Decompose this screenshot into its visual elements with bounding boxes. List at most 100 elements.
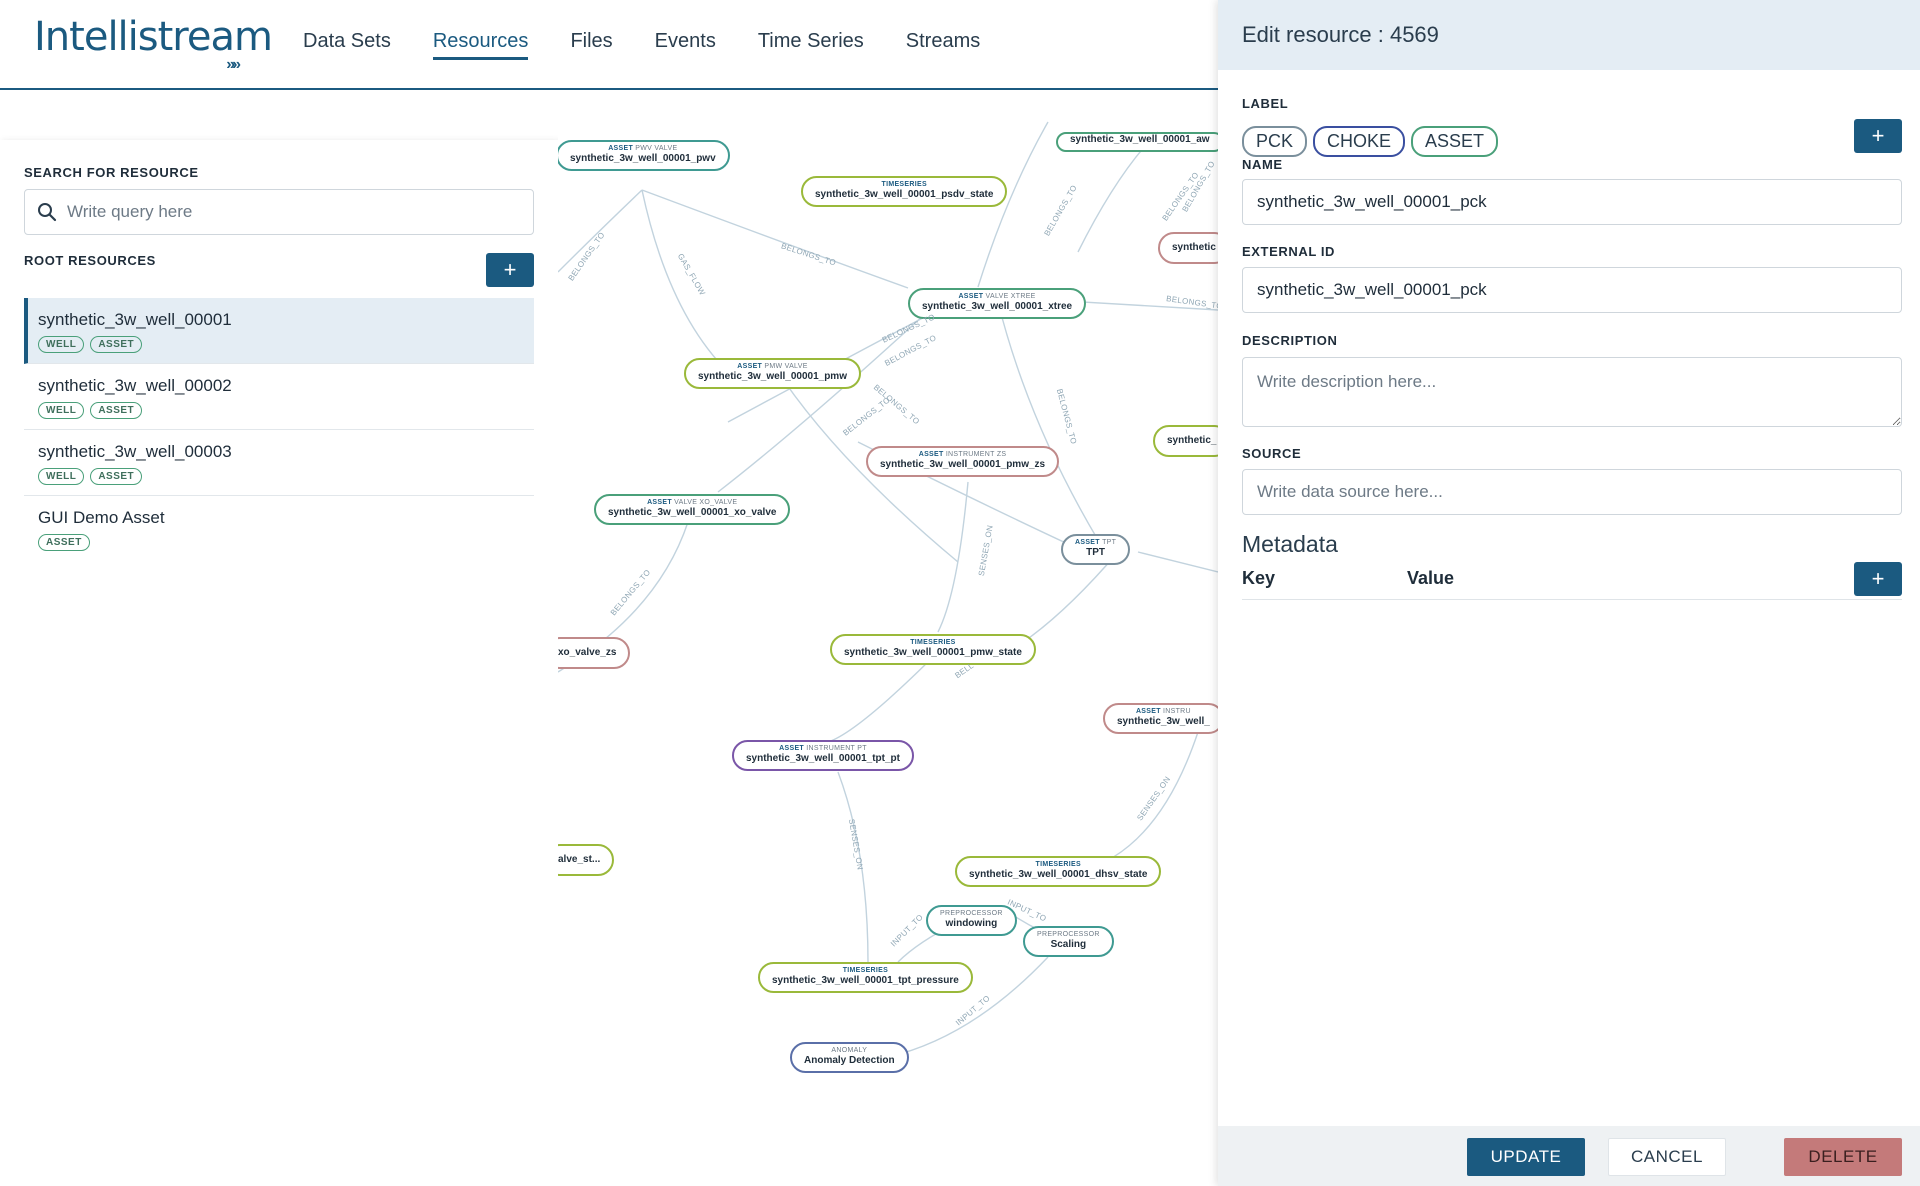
graph-node-label: synthetic_3w_well_00001_aw	[1070, 134, 1210, 145]
nav-events[interactable]: Events	[655, 30, 716, 60]
graph-node-label: synthetic_3w_well_00001_dhsv_state	[969, 869, 1148, 880]
label-chips: PCK CHOKE ASSET	[1242, 126, 1499, 157]
resource-tag: WELL	[38, 336, 85, 353]
graph-node-pmw[interactable]: ASSET PMW VALVE synthetic_3w_well_00001_…	[684, 358, 861, 389]
nav-data-sets[interactable]: Data Sets	[303, 30, 391, 60]
edit-panel-footer: UPDATE CANCEL DELETE	[1218, 1126, 1920, 1186]
add-label-button[interactable]: +	[1854, 119, 1902, 153]
graph-node-anomaly-detection[interactable]: ANOMALY Anomaly Detection	[790, 1042, 909, 1073]
resource-sidebar: SEARCH FOR RESOURCE ROOT RESOURCES + syn…	[0, 140, 558, 1186]
graph-node-xo-valve-zs[interactable]: xo_valve_zs	[558, 637, 631, 669]
source-input[interactable]	[1242, 469, 1902, 515]
graph-node-label: synthetic_3w_well_00001_pmw_state	[844, 647, 1022, 658]
description-textarea[interactable]	[1242, 357, 1902, 427]
graph-node-label: synthetic_3w_well_00001_tpt_pressure	[772, 975, 959, 986]
metadata-value-header: Value	[1407, 568, 1455, 588]
search-input[interactable]	[67, 202, 507, 222]
resource-tag: WELL	[38, 468, 85, 485]
graph-node-valve-state[interactable]: alve_st...	[558, 844, 615, 876]
graph-node-tpt-pressure[interactable]: TIMESERIES synthetic_3w_well_00001_tpt_p…	[758, 962, 973, 993]
resource-item-well-00001[interactable]: synthetic_3w_well_00001 WELL ASSET	[24, 298, 534, 364]
resource-name: GUI Demo Asset	[38, 508, 165, 527]
graph-node-aw[interactable]: synthetic_3w_well_00001_aw	[1056, 132, 1218, 152]
resource-graph-canvas[interactable]: ASSET PWV VALVE synthetic_3w_well_00001_…	[558, 92, 1218, 1186]
metadata-header: Key Value	[1242, 568, 1902, 600]
graph-node-label: synthetic_3w_well_00001_psdv_state	[815, 189, 994, 200]
graph-node-tpt[interactable]: ASSET TPT TPT	[1061, 534, 1131, 565]
logo-chevrons: »»	[226, 56, 241, 73]
description-title: DESCRIPTION	[1242, 333, 1338, 348]
top-header: Intellistream »» Data Sets Resources Fil…	[0, 0, 1218, 90]
graph-node-label: synthetic_3w_well_00001_pwv	[570, 153, 716, 164]
resource-name: synthetic_3w_well_00002	[38, 376, 232, 395]
graph-node-label: synthetic_3w_well_00001_tpt_pt	[746, 753, 900, 764]
edit-resource-panel: Edit resource : 4569 LABEL PCK CHOKE ASS…	[1218, 0, 1920, 1186]
nav-files[interactable]: Files	[570, 30, 612, 60]
label-field-title: LABEL	[1242, 96, 1289, 111]
search-icon	[38, 203, 57, 222]
graph-node-psdv-state[interactable]: TIMESERIES synthetic_3w_well_00001_psdv_…	[801, 176, 1008, 207]
main-nav: Data Sets Resources Files Events Time Se…	[303, 30, 1022, 60]
graph-node-xtree[interactable]: ASSET VALVE XTREE synthetic_3w_well_0000…	[908, 288, 1087, 319]
graph-node-xo-valve[interactable]: ASSET VALVE XO_VALVE synthetic_3w_well_0…	[594, 494, 791, 525]
graph-node-synthetic-right-2[interactable]: synthetic_	[1153, 425, 1218, 457]
name-input[interactable]	[1242, 179, 1902, 225]
search-label: SEARCH FOR RESOURCE	[24, 165, 199, 180]
delete-button[interactable]: DELETE	[1784, 1138, 1902, 1176]
nav-resources[interactable]: Resources	[432, 30, 529, 60]
nav-time-series[interactable]: Time Series	[758, 30, 864, 60]
add-root-resource-button[interactable]: +	[486, 253, 534, 287]
graph-node-label: synthetic_	[1167, 435, 1217, 446]
graph-node-pmw-zs[interactable]: ASSET INSTRUMENT ZS synthetic_3w_well_00…	[866, 446, 1060, 477]
resource-tag: ASSET	[38, 534, 90, 551]
metadata-title: Metadata	[1242, 531, 1338, 557]
graph-node-label: alve_st...	[558, 854, 601, 865]
resource-item-gui-demo-asset[interactable]: GUI Demo Asset ASSET	[24, 496, 534, 562]
graph-node-pmw-state[interactable]: TIMESERIES synthetic_3w_well_00001_pmw_s…	[830, 634, 1036, 665]
external-id-input[interactable]	[1242, 267, 1902, 313]
label-chip-choke[interactable]: CHOKE	[1313, 126, 1406, 157]
resource-tag: ASSET	[90, 402, 143, 419]
resource-item-well-00002[interactable]: synthetic_3w_well_00002 WELL ASSET	[24, 364, 534, 430]
graph-node-tpt-pt[interactable]: ASSET INSTRUMENT PT synthetic_3w_well_00…	[732, 740, 914, 771]
logo-text: Intellistream	[34, 14, 273, 60]
label-chip-asset[interactable]: ASSET	[1411, 126, 1499, 157]
source-title: SOURCE	[1242, 446, 1302, 461]
nav-streams[interactable]: Streams	[906, 30, 980, 60]
root-resource-list: synthetic_3w_well_00001 WELL ASSET synth…	[24, 298, 534, 562]
graph-node-label: synthetic_3w_well_	[1117, 716, 1210, 727]
update-button[interactable]: UPDATE	[1467, 1138, 1585, 1176]
graph-node-label: xo_valve_zs	[558, 647, 617, 658]
add-metadata-button[interactable]: +	[1854, 562, 1902, 596]
root-resources-label: ROOT RESOURCES	[24, 253, 156, 268]
graph-node-label: Scaling	[1050, 939, 1087, 950]
graph-node-pwv[interactable]: ASSET PWV VALVE synthetic_3w_well_00001_…	[558, 140, 730, 171]
graph-node-label: windowing	[945, 918, 998, 929]
edit-panel-title: Edit resource : 4569	[1218, 0, 1920, 70]
search-box[interactable]	[24, 189, 534, 235]
resource-tag: ASSET	[90, 336, 143, 353]
resource-name: synthetic_3w_well_00001	[38, 310, 232, 329]
resource-item-well-00003[interactable]: synthetic_3w_well_00003 WELL ASSET	[24, 430, 534, 496]
graph-node-label: synthetic_3w_well_00001_xo_valve	[608, 507, 777, 518]
graph-node-scaling[interactable]: PREPROCESSOR Scaling	[1023, 926, 1114, 957]
graph-node-label: synthetic	[1172, 242, 1216, 253]
external-id-title: EXTERNAL ID	[1242, 244, 1336, 259]
graph-node-windowing[interactable]: PREPROCESSOR windowing	[926, 905, 1017, 936]
resource-name: synthetic_3w_well_00003	[38, 442, 232, 461]
label-chip-pck[interactable]: PCK	[1242, 126, 1308, 157]
graph-node-label: synthetic_3w_well_00001_xtree	[922, 301, 1073, 312]
graph-node-synthetic-right[interactable]: synthetic	[1158, 232, 1218, 264]
graph-node-instrument-right[interactable]: ASSET INSTRU synthetic_3w_well_	[1103, 703, 1218, 734]
intellistream-logo[interactable]: Intellistream »»	[34, 14, 273, 74]
graph-node-label: synthetic_3w_well_00001_pmw_zs	[880, 459, 1046, 470]
graph-node-label: Anomaly Detection	[804, 1055, 895, 1066]
name-field-title: NAME	[1242, 157, 1283, 172]
graph-node-dhsv-state[interactable]: TIMESERIES synthetic_3w_well_00001_dhsv_…	[955, 856, 1162, 887]
resource-tag: ASSET	[90, 468, 143, 485]
metadata-key-header: Key	[1242, 568, 1276, 588]
graph-node-label: synthetic_3w_well_00001_pmw	[698, 371, 847, 382]
resource-tag: WELL	[38, 402, 85, 419]
cancel-button[interactable]: CANCEL	[1608, 1138, 1726, 1176]
graph-node-label: TPT	[1086, 547, 1106, 558]
